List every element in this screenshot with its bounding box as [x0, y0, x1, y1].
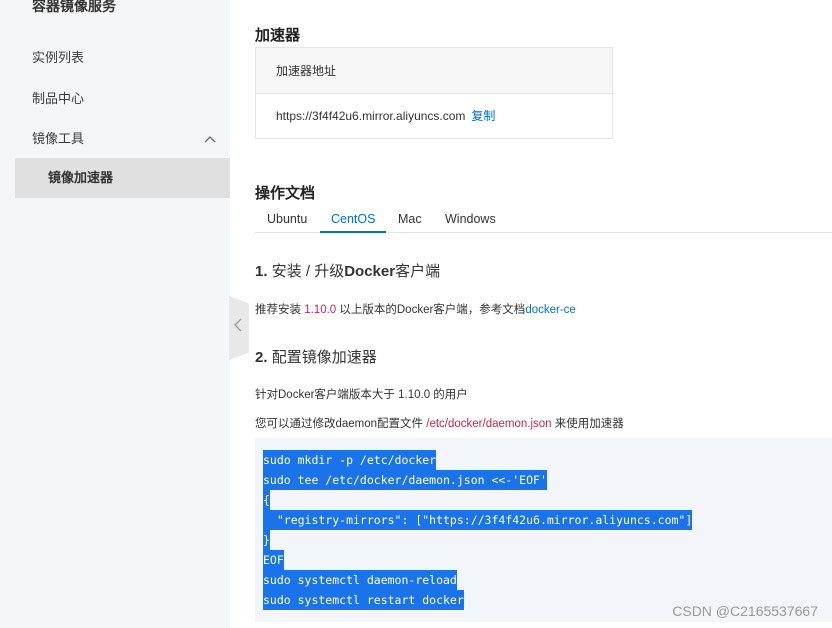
step2-text2: 您可以通过修改daemon配置文件 /etc/docker/daemon.jso… — [255, 418, 624, 430]
daemon-json-path: /etc/docker/daemon.json — [426, 418, 552, 430]
code-line: "registry-mirrors": ["https://3f4f42u6.m… — [263, 510, 693, 530]
watermark: CSDN @C2165537667 — [672, 603, 818, 619]
accelerator-title: 加速器 — [255, 27, 301, 44]
code-block[interactable]: sudo mkdir -p /etc/docker sudo tee /etc/… — [255, 438, 832, 622]
code-line: sudo systemctl daemon-reload — [263, 570, 457, 590]
tab-mac[interactable]: Mac — [398, 207, 422, 233]
step2-text1: 针对Docker客户端版本大于 1.10.0 的用户 — [255, 389, 468, 401]
code-line: { — [263, 490, 270, 510]
code-line: EOF — [263, 550, 284, 570]
copy-button[interactable]: 复制 — [471, 109, 495, 123]
step2-heading: 2. 配置镜像加速器 — [255, 349, 377, 366]
step1-heading: 1. 安装 / 升级Docker客户端 — [255, 263, 441, 280]
sidebar-item-label: 镜像工具 — [32, 131, 85, 146]
code-line: sudo systemctl restart docker — [263, 590, 464, 610]
code-line: } — [263, 530, 270, 550]
version-text: 1.10.0 — [304, 304, 337, 316]
sidebar-item-artifacts[interactable]: 制品中心 — [15, 79, 230, 119]
docs-title: 操作文档 — [255, 185, 316, 202]
sidebar-item-label: 镜像加速器 — [48, 170, 114, 185]
chevron-left-icon — [234, 318, 242, 335]
accelerator-table-header: 加速器地址 — [256, 48, 612, 94]
sidebar-product-title: 容器镜像服务 — [32, 0, 116, 14]
chevron-up-icon[interactable] — [204, 119, 216, 159]
tab-windows[interactable]: Windows — [445, 207, 496, 233]
sidebar-item-label: 制品中心 — [32, 91, 85, 106]
os-tabs: Ubuntu CentOS Mac Windows — [255, 207, 832, 233]
sidebar-item-instances[interactable]: 实例列表 — [15, 38, 230, 78]
sidebar-item-label: 实例列表 — [32, 50, 85, 65]
code-line: sudo mkdir -p /etc/docker — [263, 450, 437, 470]
docker-ce-link[interactable]: docker-ce — [525, 304, 576, 316]
accelerator-table: 加速器地址 https://3f4f42u6.mirror.aliyuncs.c… — [255, 47, 613, 139]
sidebar-collapse-handle[interactable] — [229, 296, 249, 360]
accelerator-address-row: https://3f4f42u6.mirror.aliyuncs.com 复制 — [256, 94, 612, 138]
code-line: sudo tee /etc/docker/daemon.json <<-'EOF… — [263, 470, 547, 490]
step1-text: 推荐安装 1.10.0 以上版本的Docker客户端，参考文档docker-ce — [255, 304, 576, 316]
sidebar-item-image-tools[interactable]: 镜像工具 — [15, 119, 230, 159]
main-content: 加速器 加速器地址 https://3f4f42u6.mirror.aliyun… — [255, 0, 832, 628]
accelerator-address: https://3f4f42u6.mirror.aliyuncs.com — [276, 109, 466, 123]
sidebar: 容器镜像服务 实例列表 制品中心 镜像工具 镜像加速器 — [0, 0, 230, 628]
sidebar-item-image-accelerator[interactable]: 镜像加速器 — [15, 158, 230, 198]
tab-ubuntu[interactable]: Ubuntu — [267, 207, 307, 233]
tab-centos[interactable]: CentOS — [320, 207, 387, 233]
